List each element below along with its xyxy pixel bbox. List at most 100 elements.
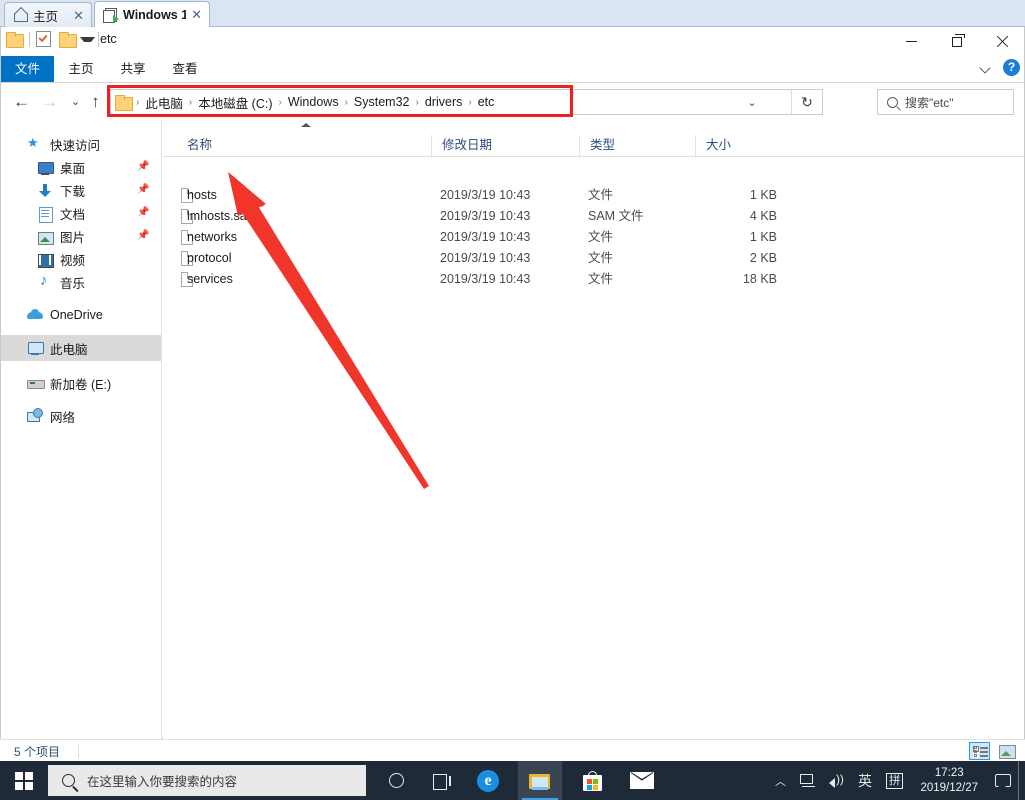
sidebar-item-network[interactable]: 网络 bbox=[1, 404, 161, 428]
file-name: protocol bbox=[187, 251, 232, 265]
sidebar-item-desktop[interactable]: 桌面 📌 bbox=[1, 156, 161, 179]
table-row[interactable]: networks 2019/3/19 10:43 文件 1 KB bbox=[163, 227, 1024, 248]
sidebar-item-quick-access[interactable]: 快速访问 bbox=[1, 133, 161, 156]
details-view-button[interactable] bbox=[969, 742, 990, 760]
sidebar-item-new-volume-e[interactable]: 新加卷 (E:) bbox=[1, 371, 161, 395]
taskbar-search-input[interactable]: 在这里输入你要搜索的内容 bbox=[48, 765, 366, 796]
network-button[interactable] bbox=[793, 761, 822, 800]
edge-button[interactable]: e bbox=[466, 761, 510, 800]
tab-label: Windows 10 bbox=[123, 7, 187, 22]
address-bar[interactable]: › 此电脑 › 本地磁盘 (C:) › Windows › System32 ›… bbox=[110, 89, 823, 115]
file-list-pane: 名称 修改日期 类型 大小 hosts 2019/3/19 10:43 文件 1… bbox=[163, 121, 1024, 766]
tray-overflow-button[interactable]: ︿ bbox=[768, 761, 793, 800]
customize-dropdown-icon[interactable] bbox=[79, 33, 95, 46]
microsoft-store-button[interactable] bbox=[570, 761, 614, 800]
clock-date: 2019/12/27 bbox=[920, 781, 978, 794]
properties-icon[interactable] bbox=[36, 31, 51, 47]
column-header-type[interactable]: 类型 bbox=[579, 135, 695, 156]
item-count: 5 个项目 bbox=[14, 745, 61, 759]
ime-mode-button[interactable]: 拼 bbox=[879, 761, 911, 800]
home-icon bbox=[13, 8, 28, 22]
folder-icon[interactable] bbox=[6, 32, 24, 48]
table-row[interactable]: services 2019/3/19 10:43 文件 18 KB bbox=[163, 269, 1024, 290]
refresh-icon[interactable]: ↻ bbox=[791, 90, 822, 114]
file-type: 文件 bbox=[588, 188, 614, 202]
downloads-icon bbox=[37, 183, 53, 199]
large-icons-view-button[interactable] bbox=[996, 742, 1017, 760]
help-icon[interactable]: ? bbox=[1003, 59, 1020, 76]
breadcrumb-item-system32[interactable]: System32 bbox=[349, 95, 415, 109]
show-desktop-button[interactable] bbox=[1018, 761, 1025, 800]
ime-mode-icon: 拼 bbox=[885, 772, 904, 789]
table-row[interactable]: protocol 2019/3/19 10:43 文件 2 KB bbox=[163, 248, 1024, 269]
new-folder-icon[interactable] bbox=[59, 32, 77, 48]
mail-button[interactable] bbox=[620, 761, 664, 800]
file-size: 1 KB bbox=[749, 188, 777, 202]
task-view-button[interactable] bbox=[420, 761, 464, 800]
clock[interactable]: 17:23 2019/12/27 bbox=[910, 761, 988, 800]
column-header-size[interactable]: 大小 bbox=[695, 135, 777, 156]
sidebar-item-this-pc[interactable]: 此电脑 bbox=[1, 335, 161, 361]
breadcrumb-item-windows[interactable]: Windows bbox=[283, 95, 344, 109]
documents-icon bbox=[37, 206, 53, 223]
search-input[interactable]: 搜索"etc" bbox=[877, 89, 1014, 115]
breadcrumb-item-this-pc[interactable]: 此电脑 bbox=[140, 93, 188, 112]
ribbon-tab-file[interactable]: 文件 bbox=[1, 56, 54, 82]
close-button[interactable] bbox=[979, 27, 1024, 56]
sidebar-item-videos[interactable]: 视频 bbox=[1, 248, 161, 271]
sidebar-item-music[interactable]: 音乐 bbox=[1, 271, 161, 294]
pin-icon[interactable]: 📌 bbox=[137, 184, 149, 195]
column-header-row: 名称 修改日期 类型 大小 bbox=[163, 135, 1024, 157]
table-row[interactable]: lmhosts.sam 2019/3/19 10:43 SAM 文件 4 KB bbox=[163, 206, 1024, 227]
minimize-button[interactable] bbox=[889, 27, 934, 56]
breadcrumb-item-local-disk[interactable]: 本地磁盘 (C:) bbox=[193, 93, 277, 112]
maximize-button[interactable] bbox=[934, 27, 979, 56]
pin-icon[interactable]: 📌 bbox=[137, 161, 149, 172]
volume-button[interactable] bbox=[822, 761, 851, 800]
sidebar-item-label: 视频 bbox=[60, 254, 86, 268]
status-bar: 5 个项目 bbox=[0, 739, 1025, 761]
file-explorer-button[interactable] bbox=[518, 761, 562, 800]
back-button[interactable]: ← bbox=[9, 89, 34, 114]
window-title: etc bbox=[100, 32, 117, 46]
folder-icon bbox=[115, 95, 133, 111]
start-button[interactable] bbox=[0, 761, 48, 800]
ime-language-button[interactable]: 英 bbox=[851, 761, 879, 800]
sidebar-item-label: 此电脑 bbox=[50, 342, 88, 357]
chevron-down-icon[interactable] bbox=[980, 62, 991, 73]
title-bar: etc bbox=[1, 27, 1024, 56]
sidebar-item-downloads[interactable]: 下载 📌 bbox=[1, 179, 161, 202]
address-dropdown-icon[interactable]: ⌄ bbox=[739, 90, 765, 114]
column-header-name[interactable]: 名称 bbox=[177, 135, 431, 156]
volume-icon bbox=[828, 772, 844, 788]
window-icon bbox=[103, 7, 119, 23]
up-button[interactable]: ↑ bbox=[83, 89, 108, 114]
sidebar-item-label: 网络 bbox=[50, 410, 76, 425]
close-icon[interactable]: ✕ bbox=[73, 9, 84, 22]
breadcrumb-item-etc[interactable]: etc bbox=[473, 95, 500, 109]
sidebar-item-onedrive[interactable]: OneDrive bbox=[1, 303, 161, 327]
ribbon-tab-share[interactable]: 共享 bbox=[109, 56, 157, 82]
forward-button[interactable]: → bbox=[37, 89, 62, 114]
table-row[interactable]: hosts 2019/3/19 10:43 文件 1 KB bbox=[163, 185, 1024, 206]
sort-ascending-icon bbox=[301, 123, 311, 127]
star-icon bbox=[27, 135, 43, 153]
ribbon-tab-view[interactable]: 查看 bbox=[161, 56, 209, 82]
sidebar-item-label: OneDrive bbox=[50, 308, 103, 322]
close-icon[interactable]: ✕ bbox=[191, 8, 202, 21]
pin-icon[interactable]: 📌 bbox=[137, 230, 149, 241]
cortana-button[interactable] bbox=[374, 761, 418, 800]
pin-icon[interactable]: 📌 bbox=[137, 207, 149, 218]
column-header-date[interactable]: 修改日期 bbox=[431, 135, 579, 156]
ribbon-tab-home[interactable]: 主页 bbox=[57, 56, 105, 82]
ribbon-tab-bar: 文件 主页 共享 查看 ? bbox=[1, 56, 1024, 83]
window-controls bbox=[889, 27, 1024, 56]
action-center-button[interactable] bbox=[988, 761, 1018, 800]
sidebar-item-documents[interactable]: 文档 📌 bbox=[1, 202, 161, 225]
breadcrumb-item-drivers[interactable]: drivers bbox=[420, 95, 468, 109]
browser-tab-windows-10[interactable]: Windows 10 ✕ bbox=[94, 1, 210, 27]
browser-tab-home[interactable]: 主页 ✕ bbox=[4, 2, 92, 27]
this-pc-icon bbox=[27, 340, 44, 356]
sidebar-item-label: 新加卷 (E:) bbox=[50, 377, 112, 392]
sidebar-item-pictures[interactable]: 图片 📌 bbox=[1, 225, 161, 248]
